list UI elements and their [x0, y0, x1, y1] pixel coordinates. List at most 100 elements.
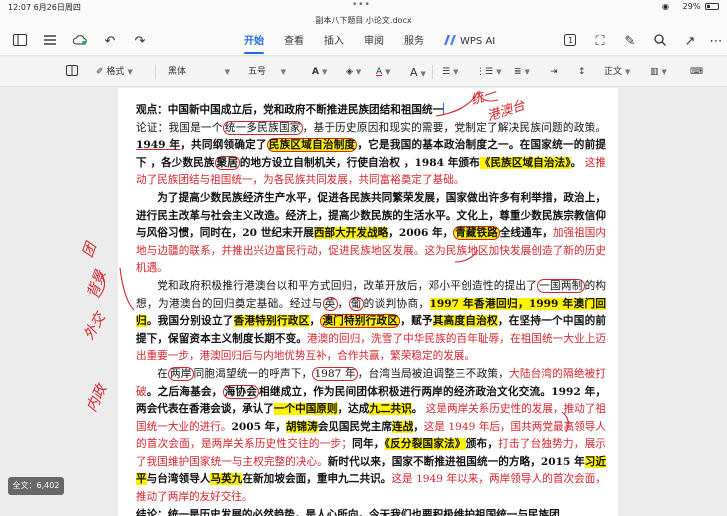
document-title[interactable]: 副本八下题目 小论文.docx — [0, 15, 727, 26]
p3-segment: ，赋予 — [400, 315, 433, 328]
p3-segment: 的谈判协商， — [363, 297, 430, 310]
status-bar: 12:07 6月26日周四 ••• ◉ 29% — [0, 0, 727, 14]
share-icon[interactable]: ↗ — [682, 34, 698, 50]
main-toolbar: ↶ ↷ 开始 查看 插入 审阅 服务 WPS AI 1 ⛶ ✎ ↗ ⋯ — [0, 28, 727, 56]
p3-segment: 其高度自治权 — [432, 315, 498, 328]
tab-view[interactable]: 查看 — [284, 34, 304, 50]
font-size-select[interactable]: 五号 ▼ — [244, 64, 290, 80]
p1-segment: 《民族区域自治法》 — [479, 156, 571, 169]
p1-segment: 。 — [570, 156, 582, 169]
sidebar-toggle-icon[interactable] — [12, 34, 28, 50]
redo-icon[interactable]: ↷ — [132, 34, 148, 50]
wps-ai-button[interactable]: WPS AI — [444, 34, 495, 50]
p4-segment: 同胞渴望统一的呼声下， — [193, 367, 313, 380]
battery-icon — [705, 3, 719, 10]
p3-segment: ， — [309, 315, 321, 328]
p3-segment: ， — [337, 297, 349, 310]
p4-segment: 颁布， — [465, 438, 499, 451]
bold-text-icon[interactable]: A ▼ — [312, 65, 327, 80]
p1-segment: 聚居 — [214, 155, 240, 170]
annotation-note-6: 内政 — [83, 382, 111, 415]
p3-segment: 一国两制 — [537, 278, 585, 293]
line-spacing-icon[interactable]: ↕ — [578, 65, 586, 80]
p1-segment: 民族区域自治制度 — [266, 138, 358, 153]
bullet-list-icon[interactable]: ⋮☰ ▼ — [476, 65, 501, 80]
p3-segment: 葡 — [348, 296, 364, 311]
p3-segment: 党和政府积极推行港澳台以和平方式回归，改革开放后，邓小平创造性的提出了 — [157, 279, 538, 292]
menu-icon[interactable] — [42, 34, 58, 50]
tab-services[interactable]: 服务 — [404, 34, 424, 50]
battery-percent: 29% — [682, 2, 701, 11]
doc-heading: 观点：中国新中国成立后，党和政府不断推进民族团结和祖国统一 — [136, 102, 606, 120]
tab-insert[interactable]: 插入 — [324, 34, 344, 50]
page-count-icon[interactable]: 1 — [562, 34, 578, 50]
more-icon[interactable]: ⋯ — [708, 34, 724, 50]
undo-icon[interactable]: ↶ — [102, 34, 118, 50]
p4-segment: 同年， — [351, 438, 385, 451]
columns-icon[interactable]: ▥ ▼ — [650, 65, 667, 80]
p2-segment: 全线通车， — [499, 227, 553, 240]
p4-segment: 九二共识 — [369, 403, 412, 416]
doc-conclusion: 结论：统一是历史发展的必然趋势，是人心所向。今天我们也要积极维护祖国统一与民族团 — [136, 508, 560, 516]
p4-segment: ， — [413, 420, 424, 433]
p4-segment: 新时代以来，国家不断推进祖国统一的方略，2015 年 — [327, 455, 585, 468]
word-count-badge[interactable]: 全文：6,402 — [8, 477, 64, 495]
p4-segment: 在 — [157, 367, 168, 380]
p4-segment: ，台湾当局被迫调整三不政策， — [357, 367, 510, 380]
font-size-increase-label: A — [410, 66, 418, 79]
document-body[interactable]: 观点：中国新中国成立后，党和政府不断推进民族团结和祖国统一 论证：我国是一个 统一… — [136, 102, 607, 516]
p4-segment: 会见国民党主席 — [317, 420, 392, 433]
p4-segment: 连战 — [391, 420, 414, 433]
doc-paragraph-4: 在两岸 同胞渴望统一的呼声下， 1987 年，台湾当局被迫调整三不政策，大陆台湾的隔… — [136, 366, 606, 507]
multitask-dots[interactable]: ••• — [352, 0, 371, 10]
p1-segment: 统一多民族国家 — [222, 120, 303, 135]
font-value: 黑体 — [168, 67, 187, 77]
p1-segment: 的地方设立自制机关，行使自治权 ，1984 年颁布 — [239, 156, 480, 169]
active-tab-indicator — [244, 52, 264, 54]
font-select[interactable]: 黑体 ▼ — [164, 64, 234, 80]
p4-segment: 胡锦涛 — [285, 420, 318, 433]
pen-icon[interactable]: ✎ — [622, 34, 638, 50]
p3-segment: 香港特别行政区 — [233, 315, 310, 328]
p2-segment: 青藏铁路 — [453, 226, 500, 241]
p4-segment: 在新加坡会面，重申九二共识。 — [242, 473, 392, 486]
p4-segment: 《反分裂国家法》 — [384, 438, 466, 451]
text-color-button[interactable]: A ▼ — [376, 65, 391, 80]
p4-segment: 两岸 — [168, 366, 194, 381]
tab-home[interactable]: 开始 — [244, 34, 264, 50]
p4-segment: ，达成 — [337, 403, 370, 416]
battery-indicator: 29% — [683, 2, 719, 11]
cloud-sync-icon[interactable] — [72, 34, 88, 50]
format-painter-button[interactable]: ✐ 格式 ▼ — [96, 65, 133, 80]
keyboard-icon[interactable]: ⌨ — [690, 65, 703, 80]
p2-segment: 西部大开发战略 — [313, 227, 389, 240]
annotation-note-5: 外交 — [80, 310, 109, 343]
format-toolbar: ✐ 格式 ▼ 黑体 ▼ 五号 ▼ A ▼ ◈ ▼ A ▼ A ▼ ☰ ▼ ⋮☰ ▼ ≣ ▼ ⇥ ↕ … — [0, 57, 727, 87]
font-size-increase-button[interactable]: A ▼ — [410, 65, 426, 80]
status-time: 12:07 6月26日周四 — [8, 3, 81, 12]
svg-text:1: 1 — [568, 36, 573, 45]
search-icon[interactable] — [652, 34, 668, 50]
indent-icon[interactable]: ⇥ — [550, 65, 558, 80]
p4-segment: 2005 年， — [231, 420, 286, 433]
p1-segment: 论证：我国是一个 — [136, 121, 223, 134]
book-icon[interactable] — [66, 65, 78, 80]
fullscreen-icon[interactable]: ⛶ — [592, 34, 608, 50]
p1-segment: ，共同纲领确定了 — [180, 139, 267, 152]
doc-paragraph-2: 为了提高少数民族经济生产水平，促进各民族共同繁荣发展，国家做出许多有利举措，政治… — [136, 190, 606, 278]
document-page[interactable]: 观点：中国新中国成立后，党和政府不断推进民族团结和祖国统一 论证：我国是一个 统一… — [118, 88, 618, 516]
align-icon[interactable]: ☰ ▼ — [442, 65, 458, 80]
p2-segment: ，2006 年， — [388, 227, 454, 240]
p4-segment: 1987 年 — [312, 366, 358, 381]
numbered-list-icon[interactable]: ≣ ▼ — [514, 65, 530, 80]
doc-heading-text: 观点：中国新中国成立后，党和政府不断推进民族团结和祖国统一 — [136, 104, 444, 116]
p4-segment: 海协会 — [222, 384, 260, 399]
fill-color-icon[interactable]: ◈ ▼ — [346, 65, 361, 80]
doc-paragraph-3: 党和政府积极推行港澳台以和平方式回归，改革开放后，邓小平创造性的提出了 一国两制的… — [136, 278, 607, 366]
font-size-value: 五号 — [248, 67, 267, 77]
paragraph-style-select[interactable]: 正文 ▼ — [604, 65, 630, 80]
tab-review[interactable]: 审阅 — [364, 34, 384, 50]
p4-segment: 。之后海基会， — [146, 385, 223, 398]
p3-segment: 。我国分别设立了 — [146, 315, 234, 328]
p1-segment: ，基于历史原因和现实的需要，党制定了解决民族问题的政策。 — [302, 121, 607, 134]
